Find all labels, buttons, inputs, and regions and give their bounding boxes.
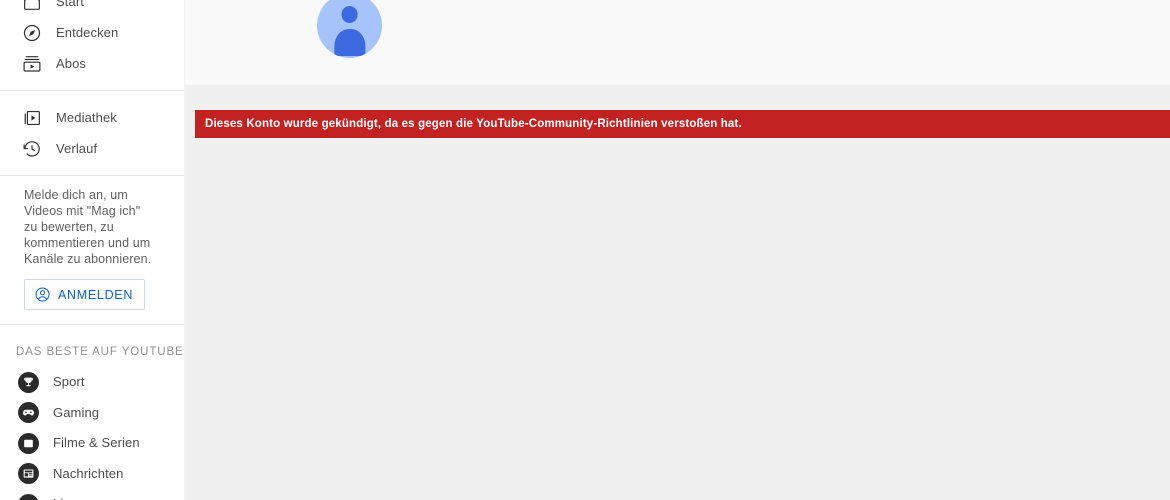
sidebar-item-label: Abos [56, 55, 87, 71]
channel-header [185, 0, 1170, 85]
banner-message: Dieses Konto wurde gekündigt, da es gege… [205, 118, 742, 130]
sidebar-item-live[interactable]: Live [0, 489, 184, 500]
signin-block: Melde dich an, um Videos mit "Mag ich" z… [0, 187, 184, 324]
avatar-head [341, 5, 358, 23]
signin-button[interactable]: ANMELDEN [24, 279, 146, 310]
sidebar-item-abos[interactable]: Abos [0, 48, 184, 79]
home-icon [20, 0, 44, 14]
gamepad-icon [18, 402, 39, 424]
library-icon [20, 106, 44, 130]
sidebar-item-mediathek[interactable]: Mediathek [0, 102, 184, 133]
sidebar-item-entdecken[interactable]: Entdecken [0, 17, 184, 48]
live-icon [18, 493, 39, 500]
main-body-area [185, 138, 1170, 500]
subscriptions-icon [20, 52, 44, 76]
sidebar-item-label: Start [56, 0, 84, 9]
header-gap-strip [185, 85, 1170, 110]
main-content: Dieses Konto wurde gekündigt, da es gege… [185, 0, 1170, 500]
sidebar-item-label: Live [53, 496, 77, 500]
sidebar-divider-1 [0, 90, 184, 91]
compass-icon [20, 21, 44, 45]
sidebar-item-start[interactable]: Start [0, 0, 184, 17]
sidebar-item-label: Mediathek [56, 109, 117, 125]
sidebar-item-nachrichten[interactable]: Nachrichten [0, 459, 184, 490]
youtube-channel-page: Start Entdecken Abos Mediathek Verlauf M… [0, 0, 1170, 500]
sidebar-item-filme-serien[interactable]: Filme & Serien [0, 428, 184, 459]
sidebar: Start Entdecken Abos Mediathek Verlauf M… [0, 0, 185, 500]
newspaper-icon [18, 463, 39, 485]
sidebar-primary-section: Start Entdecken Abos [0, 0, 184, 90]
best-of-youtube-heading: DAS BESTE AUF YOUTUBE [16, 346, 184, 358]
history-icon [20, 137, 44, 161]
sidebar-secondary-section: Mediathek Verlauf [0, 102, 184, 175]
signin-button-label: ANMELDEN [58, 287, 134, 302]
avatar[interactable] [317, 0, 382, 58]
trophy-icon [18, 371, 39, 393]
account-circle-icon [34, 286, 51, 303]
sidebar-item-gaming[interactable]: Gaming [0, 398, 184, 429]
sidebar-item-label: Verlauf [56, 140, 98, 156]
sidebar-item-sport[interactable]: Sport [0, 367, 184, 398]
sidebar-item-label: Nachrichten [53, 465, 124, 481]
sidebar-item-label: Filme & Serien [53, 435, 140, 451]
sidebar-item-label: Sport [53, 374, 85, 390]
sidebar-divider-3 [0, 324, 184, 325]
sidebar-divider-2 [0, 175, 184, 176]
avatar-body [333, 28, 366, 57]
film-icon [18, 432, 39, 454]
signin-prompt-text: Melde dich an, um Videos mit "Mag ich" z… [24, 188, 152, 266]
account-terminated-banner: Dieses Konto wurde gekündigt, da es gege… [195, 110, 1170, 138]
sidebar-item-label: Gaming [53, 404, 100, 420]
sidebar-item-verlauf[interactable]: Verlauf [0, 133, 184, 164]
sidebar-item-label: Entdecken [56, 24, 119, 40]
